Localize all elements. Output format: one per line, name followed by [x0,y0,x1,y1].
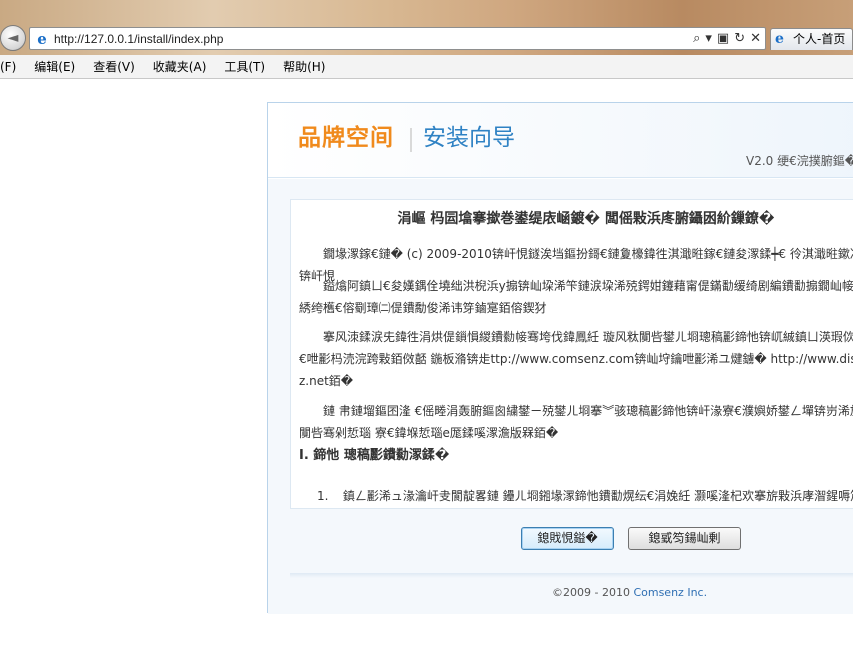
list-item-text: 鎮ㄥ彲浠ュ湪瀹屽叏閬靛畧鏈 鑸ㄦ埛鎺堟潈鍗忚鐨勫熀纭€涓婏紝 灏嗘湰杞欢搴旂敤浜… [342,489,853,503]
menu-bar: (F) 编辑(E) 查看(V) 收藏夹(A) 工具(T) 帮助(H) [0,55,853,79]
license-paragraph: 鏈 帇鏈塯鏂囨湰 €傜畻涓轰腑鏂囪繍鐢ㄧ殑鐢ㄦ埛搴︾骇璁稿彲鍗忚锛屽湪寮€濮嬩娇… [299,404,853,440]
address-tools: ⌕ ▾ ▣ ↻ ✕ [693,30,761,48]
copyright-text: ©2009 - 2010 [552,586,634,599]
license-paragraph: 搴风洓鍒涙兂鍏徃涓烘偍鎻愪緵鐨勬帹骞垮伐鍏鳳紝 璇风粏闃呰鐢ㄦ埛璁稿彲鍗忚锛屼絾… [299,330,853,388]
license-textbox[interactable]: 涓嶇 杩囩墖搴撳巻鍙缇庡崡鍍� 闆傜敤浜庝腑鑷囦紒鏁鐐� 鐗堟潈鎵€鏈� (c)… [290,199,853,509]
license-section-heading: I. 鍗忚 璁稿彲鐨勬潈鍒� [299,448,450,463]
tab-title: 个人-首页 [793,32,846,46]
disagree-button[interactable]: 鎴戜笉鍚屾剰 [628,527,741,550]
installer-title: 安装向导 [423,125,515,151]
menu-help[interactable]: 帮助(H) [283,56,325,78]
version-label: V2.0 绠€浣撲腑鏂� [746,154,853,168]
installer-header: 品牌空间 安装向导 V2.0 绠€浣撲腑鏂� [268,103,853,178]
browser-tab[interactable]: e 个人-首页 [770,28,853,50]
brand-logo-text: 品牌空间 [298,125,394,151]
menu-favorites[interactable]: 收藏夹(A) [153,56,207,78]
stop-icon[interactable]: ✕ [750,30,761,48]
ie-logo-icon: e [37,30,47,48]
dropdown-chevron-icon[interactable]: ▾ [705,30,712,48]
installer-panel: 品牌空间 安装向导 V2.0 绠€浣撲腑鏂� 涓嶇 杩囩墖搴撳巻鍙缇庡崡鍍� 闆… [267,102,853,614]
address-bar[interactable]: e http://127.0.0.1/install/index.php ⌕ ▾… [29,27,766,50]
menu-file[interactable]: (F) [0,56,16,78]
agree-button[interactable]: 鎴戝悓鎰� [521,527,614,550]
logo-divider [410,128,412,152]
menu-tools[interactable]: 工具(T) [224,56,265,78]
back-arrow-icon: ◄ [7,30,19,46]
search-icon[interactable]: ⌕ [693,30,700,48]
license-paragraph: 鎰熻阿鎮ㄩ€夋嫨鍝佺墝绌洪棿浜у搧锛屾垜浠笇鏈涙垜浠殑鍔姏鑳藉甯偍鏋勫缓绮剧編鐨… [299,279,853,315]
url-text[interactable]: http://127.0.0.1/install/index.php [54,31,223,47]
tab-ie-icon: e [775,31,784,47]
menu-edit[interactable]: 编辑(E) [34,56,75,78]
footer-divider [290,573,853,578]
menu-view[interactable]: 查看(V) [93,56,135,78]
license-title: 涓嶇 杩囩墖搴撳巻鍙缇庡崡鍍� 闆傜敤浜庝腑鑷囦紒鏁鐐� [397,211,775,227]
list-item-number: 1. [317,489,329,503]
back-button[interactable]: ◄ [0,25,26,51]
refresh-icon[interactable]: ↻ [734,30,745,48]
compatibility-view-icon[interactable]: ▣ [717,30,729,48]
footer-copyright: ©2009 - 2010 Comsenz Inc. [552,585,707,601]
license-list-item: 1. 鎮ㄥ彲浠ュ湪瀹屽叏閬靛畧鏈 鑸ㄦ埛鎺堟潈鍗忚鐨勫熀纭€涓婏紝 灏嗘湰杞欢搴… [317,485,853,507]
company-link[interactable]: Comsenz Inc. [633,586,707,599]
